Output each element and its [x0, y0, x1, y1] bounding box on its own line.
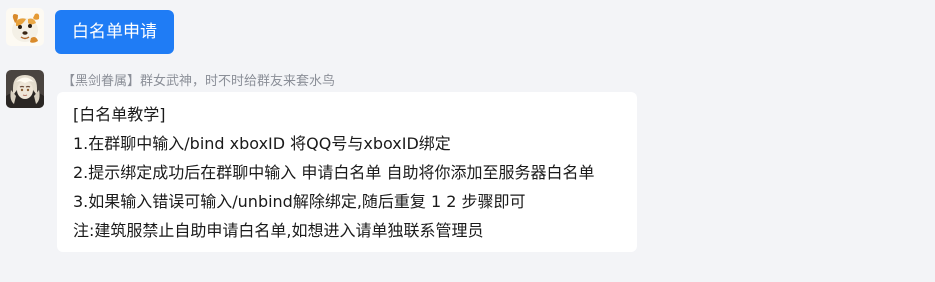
message-bubble-self[interactable]: 白名单申请: [55, 10, 174, 54]
anime-character-avatar-icon[interactable]: [6, 70, 44, 108]
chat-window: 白名单申请 【黑剑眷属】群女武神，时不时给群友来套水鸟 [白名单教学] 1.在群…: [0, 0, 935, 282]
message-line: 1.在群聊中输入/bind xboxID 将QQ号与xboxID绑定: [73, 134, 451, 153]
message-line: [白名单教学]: [73, 105, 166, 124]
dog-avatar-image: [6, 8, 44, 46]
message-line: 3.如果输入错误可输入/unbind解除绑定,随后重复 1 2 步骤即可: [73, 192, 526, 211]
message-line: 2.提示绑定成功后在群聊中输入 申请白名单 自助将你添加至服务器白名单: [73, 163, 595, 182]
message-bubble-other[interactable]: [白名单教学] 1.在群聊中输入/bind xboxID 将QQ号与xboxID…: [57, 92, 637, 252]
dog-avatar-icon[interactable]: [6, 8, 44, 46]
sender-name[interactable]: 【黑剑眷属】群女武神，时不时给群友来套水鸟: [62, 70, 335, 89]
anime-character-avatar-image: [6, 70, 44, 108]
message-line: 注:建筑服禁止自助申请白名单,如想进入请单独联系管理员: [73, 221, 484, 240]
